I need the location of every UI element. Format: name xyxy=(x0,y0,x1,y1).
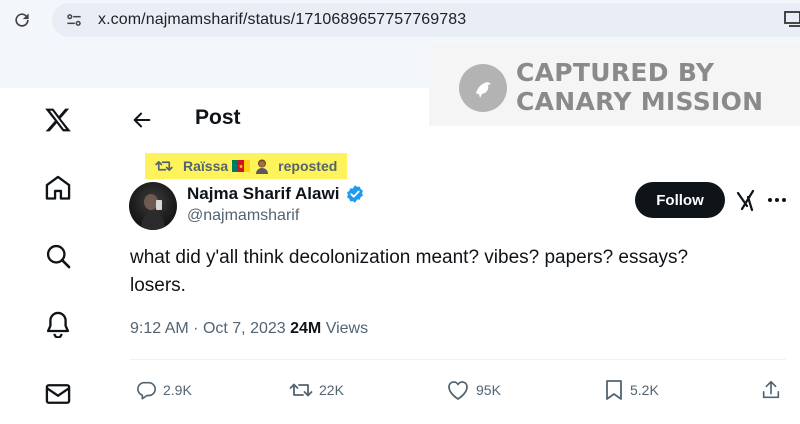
address-bar[interactable]: x.com/najmamsharif/status/17106896577577… xyxy=(52,3,800,37)
share-button[interactable] xyxy=(760,378,788,402)
person-emoji-icon xyxy=(256,159,269,174)
repost-suffix: reposted xyxy=(278,158,338,174)
more-options-icon[interactable] xyxy=(766,190,788,210)
divider xyxy=(130,359,786,360)
views-label: Views xyxy=(325,320,369,337)
home-icon[interactable] xyxy=(40,170,76,206)
author-name-row[interactable]: Najma Sharif Alawi xyxy=(187,184,365,204)
x-logo-icon[interactable] xyxy=(40,102,76,138)
search-icon[interactable] xyxy=(40,238,76,274)
meta-separator: · xyxy=(193,320,203,337)
install-app-icon[interactable] xyxy=(784,10,800,35)
messages-icon[interactable] xyxy=(40,376,76,412)
tweet-text: what did y'all think decolonization mean… xyxy=(130,244,770,300)
heart-icon xyxy=(448,381,468,400)
reply-button[interactable]: 2.9K xyxy=(135,378,192,402)
repost-button[interactable]: 22K xyxy=(289,378,344,402)
page-title: Post xyxy=(195,106,241,129)
views-count: 24M xyxy=(290,320,322,337)
reload-icon[interactable] xyxy=(8,6,36,34)
repost-banner[interactable]: Raïssa reposted xyxy=(145,153,348,179)
retweet-icon xyxy=(155,158,173,174)
back-arrow-icon[interactable] xyxy=(128,106,156,134)
follow-button[interactable]: Follow xyxy=(635,182,725,218)
reposter-name[interactable]: Raïssa xyxy=(183,158,228,174)
url-text: x.com/najmamsharif/status/17106896577577… xyxy=(98,11,467,28)
bookmark-button[interactable]: 5.2K xyxy=(604,378,659,402)
like-count: 95K xyxy=(476,382,501,398)
repost-count: 22K xyxy=(319,382,344,398)
author-name[interactable]: Najma Sharif Alawi xyxy=(187,184,339,204)
share-icon xyxy=(762,380,780,399)
reply-count: 2.9K xyxy=(163,382,192,398)
bookmark-count: 5.2K xyxy=(630,382,659,398)
like-button[interactable]: 95K xyxy=(446,378,501,402)
watermark: CAPTURED BY CANARY MISSION xyxy=(429,44,800,126)
cameroon-flag-icon xyxy=(232,160,251,172)
tweet-time[interactable]: 9:12 AM xyxy=(130,320,189,337)
watermark-text: CAPTURED BY CANARY MISSION xyxy=(516,58,763,116)
tweet-text-line-2: losers. xyxy=(130,275,186,296)
retweet-icon xyxy=(289,383,313,397)
reply-icon xyxy=(137,381,156,400)
bookmark-icon xyxy=(606,380,622,400)
verified-badge-icon xyxy=(345,184,365,204)
tweet-meta: 9:12 AM · Oct 7, 2023 24M Views xyxy=(130,320,368,338)
watermark-line-1: CAPTURED BY xyxy=(516,58,715,87)
tweet-text-line-1: what did y'all think decolonization mean… xyxy=(130,247,689,268)
notifications-bell-icon[interactable] xyxy=(40,306,76,342)
tweet-date[interactable]: Oct 7, 2023 xyxy=(203,320,286,337)
author-handle[interactable]: @najmamsharif xyxy=(187,207,299,225)
canary-logo-icon xyxy=(459,64,507,112)
site-info-icon[interactable] xyxy=(64,10,84,30)
watermark-line-2: CANARY MISSION xyxy=(516,87,764,116)
avatar[interactable] xyxy=(129,182,177,230)
grok-icon[interactable] xyxy=(735,188,757,212)
